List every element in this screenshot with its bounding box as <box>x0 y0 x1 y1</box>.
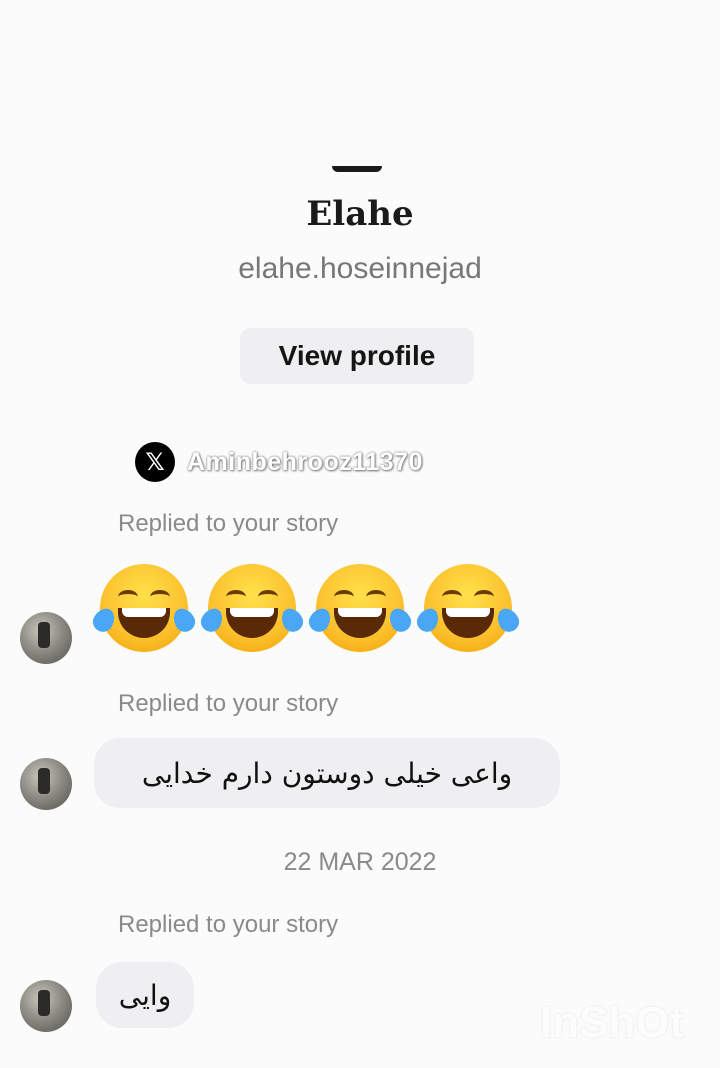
inshot-watermark: InShOt <box>540 998 685 1047</box>
profile-username: elahe.hoseinnejad <box>238 252 482 285</box>
tears-of-joy-emoji-icon <box>413 562 523 654</box>
message-bubble[interactable]: واعی خیلی دوستون دارم خدایی <box>94 738 560 808</box>
tears-of-joy-emoji-icon <box>89 562 199 654</box>
sender-avatar[interactable] <box>20 980 72 1032</box>
sender-avatar[interactable] <box>20 758 72 810</box>
replied-to-story-label: Replied to your story <box>118 911 339 938</box>
profile-name: Elahe <box>306 194 414 234</box>
emoji-message[interactable] <box>89 562 523 654</box>
profile-avatar-edge <box>332 166 382 172</box>
message-bubble[interactable]: وایی <box>96 962 194 1028</box>
date-separator: 22 MAR 2022 <box>283 848 437 876</box>
x-logo-icon: 𝕏 <box>135 442 175 482</box>
sender-avatar[interactable] <box>20 612 72 664</box>
view-profile-button[interactable]: View profile <box>240 328 474 384</box>
watermark-text: Aminbehrooz11370 <box>187 447 423 476</box>
replied-to-story-label: Replied to your story <box>118 690 339 717</box>
tears-of-joy-emoji-icon <box>197 562 307 654</box>
tears-of-joy-emoji-icon <box>305 562 415 654</box>
watermark: 𝕏 Aminbehrooz11370 <box>135 442 423 482</box>
replied-to-story-label: Replied to your story <box>118 510 339 537</box>
